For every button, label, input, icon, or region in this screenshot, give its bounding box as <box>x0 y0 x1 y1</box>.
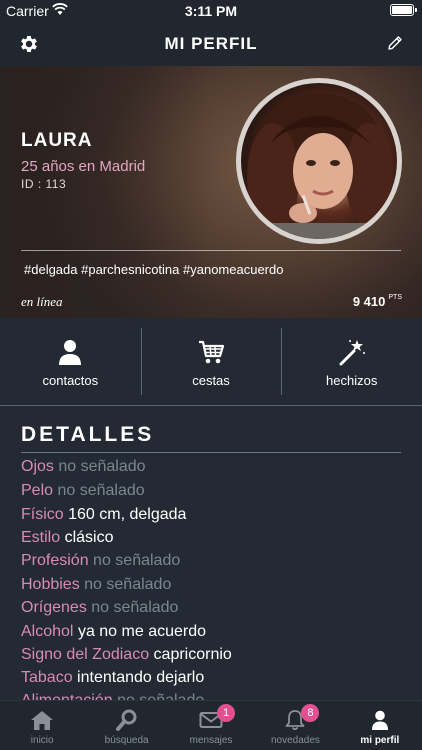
battery-icon <box>390 4 417 16</box>
detail-row-zodiaco: Signo del Zodiaco capricornio <box>21 646 232 664</box>
details-section: DETALLES Ojos no señalado Pelo no señala… <box>0 407 422 700</box>
contacts-label: contactos <box>42 373 99 388</box>
messages-badge: 1 <box>217 704 236 722</box>
points-value: 9 410 PTS <box>353 294 402 309</box>
profile-age-city: 25 años en Madrid <box>21 158 146 175</box>
profile-name: LAURA <box>21 130 93 151</box>
detail-value: no señalado <box>117 692 204 700</box>
detail-key: Físico <box>21 506 64 523</box>
detail-key: Profesión <box>21 552 89 569</box>
tab-label: novedades <box>270 735 320 746</box>
profile-header: LAURA 25 años en Madrid ID : 113 #delgad… <box>0 66 422 318</box>
search-icon <box>115 709 137 731</box>
detail-value: no señalado <box>84 576 172 593</box>
tab-busqueda[interactable]: búsqueda <box>84 701 168 750</box>
details-heading: DETALLES <box>21 423 155 446</box>
magic-wand-icon <box>339 340 365 366</box>
tab-label: mensajes <box>189 735 233 746</box>
points-unit: PTS <box>388 294 402 301</box>
nav-bar: MI PERFIL <box>0 22 422 66</box>
detail-value: capricornio <box>153 646 232 663</box>
detail-row-profesion: Profesión no señalado <box>21 552 180 570</box>
header-divider <box>21 250 401 251</box>
detail-row-fisico: Físico 160 cm, delgada <box>21 506 186 524</box>
baskets-button[interactable]: cestas <box>140 318 282 405</box>
online-status: en línea <box>21 294 63 309</box>
detail-value: 160 cm, delgada <box>68 506 187 523</box>
detail-key: Alcohol <box>21 623 74 640</box>
detail-value: no señalado <box>58 458 146 475</box>
cart-icon <box>199 340 225 364</box>
detail-key: Orígenes <box>21 599 87 616</box>
person-icon <box>59 340 82 365</box>
detail-key: Pelo <box>21 482 54 499</box>
detail-value: intentando dejarlo <box>77 669 205 686</box>
detail-key: Ojos <box>21 458 54 475</box>
tab-label: inicio <box>30 735 54 746</box>
avatar-portrait <box>241 93 397 239</box>
detail-key: Hobbies <box>21 576 80 593</box>
page-title: MI PERFIL <box>164 34 258 53</box>
detail-row-origenes: Orígenes no señalado <box>21 599 178 617</box>
profile-icon <box>371 710 388 730</box>
detail-row-hobbies: Hobbies no señalado <box>21 576 171 594</box>
detail-value: no señalado <box>91 599 179 616</box>
detail-key: Signo del Zodiaco <box>21 646 150 663</box>
news-badge: 8 <box>301 704 320 722</box>
action-bar: contactos cestas hechizos <box>0 318 422 406</box>
status-bar: Carrier 3:11 PM <box>0 0 422 22</box>
detail-row-tabaco: Tabaco intentando dejarlo <box>21 669 204 687</box>
profile-tags: #delgada #parchesnicotina #yanomeacuerdo <box>24 262 284 277</box>
detail-value: ya no me acuerdo <box>77 623 207 640</box>
detail-value: no señalado <box>93 552 181 569</box>
detail-key: Tabaco <box>21 669 73 686</box>
detail-row-pelo: Pelo no señalado <box>21 482 145 500</box>
detail-value: no señalado <box>57 482 145 499</box>
spells-label: hechizos <box>326 373 378 388</box>
pencil-icon[interactable] <box>386 34 404 52</box>
detail-key: Alimentación <box>21 692 113 700</box>
detail-row-alcohol: Alcohol ya no me acuerdo <box>21 623 206 641</box>
tab-bar: inicio búsqueda 1 mensajes 8 novedades m… <box>0 700 422 750</box>
details-divider <box>21 452 401 453</box>
profile-id: ID : 113 <box>21 177 67 191</box>
tab-mensajes[interactable]: 1 mensajes <box>169 701 253 750</box>
status-time: 3:11 PM <box>184 3 238 19</box>
detail-key: Estilo <box>21 529 61 546</box>
tab-novedades[interactable]: 8 novedades <box>253 701 337 750</box>
tab-label: mi perfil <box>360 735 400 746</box>
detail-row-estilo: Estilo clásico <box>21 529 113 547</box>
points-number: 9 410 <box>352 294 386 309</box>
home-icon <box>31 711 54 730</box>
tab-mi-perfil[interactable]: mi perfil <box>338 701 422 750</box>
contacts-button[interactable]: contactos <box>0 318 141 405</box>
tab-inicio[interactable]: inicio <box>0 701 84 750</box>
tab-label: búsqueda <box>104 735 149 746</box>
detail-row-ojos: Ojos no señalado <box>21 458 146 476</box>
spells-button[interactable]: hechizos <box>281 318 422 405</box>
detail-row-alimentacion: Alimentación no señalado <box>21 692 204 700</box>
detail-value: clásico <box>64 529 114 546</box>
avatar[interactable] <box>236 78 402 244</box>
baskets-label: cestas <box>192 373 230 388</box>
